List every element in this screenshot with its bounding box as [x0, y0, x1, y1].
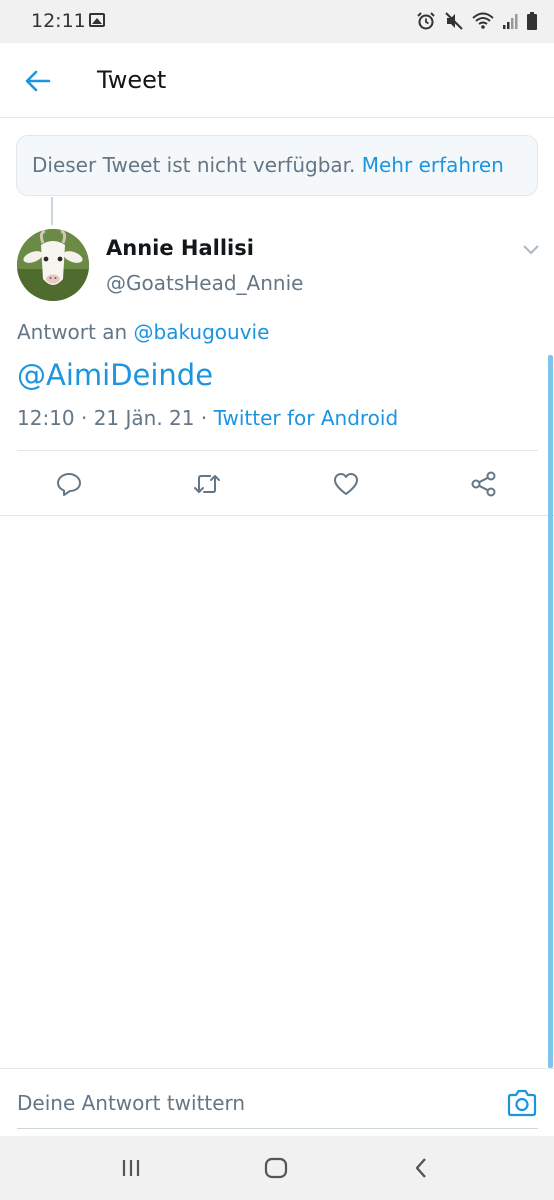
reply-to-handle-link[interactable]: @bakugouvie	[134, 320, 270, 344]
home-button[interactable]	[261, 1154, 291, 1182]
avatar[interactable]	[17, 229, 89, 301]
scrollbar[interactable]	[548, 355, 553, 1068]
unavailable-tweet-notice: Dieser Tweet ist nicht verfügbar. Mehr e…	[16, 135, 538, 196]
composer-underline	[17, 1128, 538, 1129]
tweet-meta: 12:10 · 21 Jän. 21 · Twitter for Android	[17, 406, 398, 430]
like-button[interactable]	[331, 469, 361, 499]
divider	[0, 515, 554, 516]
recents-icon	[122, 1160, 140, 1176]
nav-back-button[interactable]	[406, 1154, 436, 1182]
reply-input[interactable]: Deine Antwort twittern	[17, 1091, 245, 1115]
image-icon	[89, 13, 105, 27]
goat-avatar-image	[17, 229, 89, 301]
tweet-actions	[0, 451, 554, 515]
page-title: Tweet	[97, 66, 167, 94]
status-bar: 12:11	[0, 0, 554, 43]
notice-text: Dieser Tweet ist nicht verfügbar.	[32, 153, 356, 177]
back-button[interactable]	[20, 63, 56, 99]
chevron-down-icon	[523, 245, 539, 255]
arrow-left-icon	[25, 70, 51, 92]
reply-context: Antwort an @bakugouvie	[17, 320, 269, 344]
mute-icon	[445, 12, 463, 30]
top-app-bar: Tweet	[0, 43, 554, 118]
reply-composer: Deine Antwort twittern	[0, 1068, 554, 1136]
status-icons	[416, 11, 538, 31]
camera-icon	[507, 1089, 537, 1117]
retweet-button[interactable]	[192, 469, 222, 499]
camera-button[interactable]	[506, 1088, 538, 1118]
reply-icon	[57, 473, 81, 496]
tweet-menu-button[interactable]	[520, 240, 542, 258]
signal-icon	[503, 14, 518, 29]
wifi-icon	[472, 12, 494, 29]
thread-connector-line	[51, 197, 53, 225]
back-icon	[415, 1158, 426, 1178]
tweet-text-mention[interactable]: @AimiDeinde	[17, 358, 213, 392]
battery-icon	[527, 12, 537, 30]
share-button[interactable]	[469, 469, 499, 499]
home-icon	[264, 1157, 288, 1179]
retweet-icon	[194, 475, 220, 493]
recents-button[interactable]	[116, 1154, 146, 1182]
like-icon	[334, 473, 358, 495]
tweet-timestamp: 12:10 · 21 Jän. 21 ·	[17, 406, 208, 430]
tweet-source-link[interactable]: Twitter for Android	[214, 406, 399, 430]
status-time: 12:11	[31, 10, 86, 32]
reply-button[interactable]	[54, 469, 84, 499]
system-nav-bar	[0, 1136, 554, 1200]
learn-more-link[interactable]: Mehr erfahren	[362, 153, 504, 177]
author-handle[interactable]: @GoatsHead_Annie	[106, 271, 303, 295]
share-icon	[471, 471, 496, 497]
reply-prefix: Antwort an	[17, 320, 128, 344]
author-name[interactable]: Annie Hallisi	[106, 236, 254, 260]
alarm-icon	[417, 12, 435, 30]
